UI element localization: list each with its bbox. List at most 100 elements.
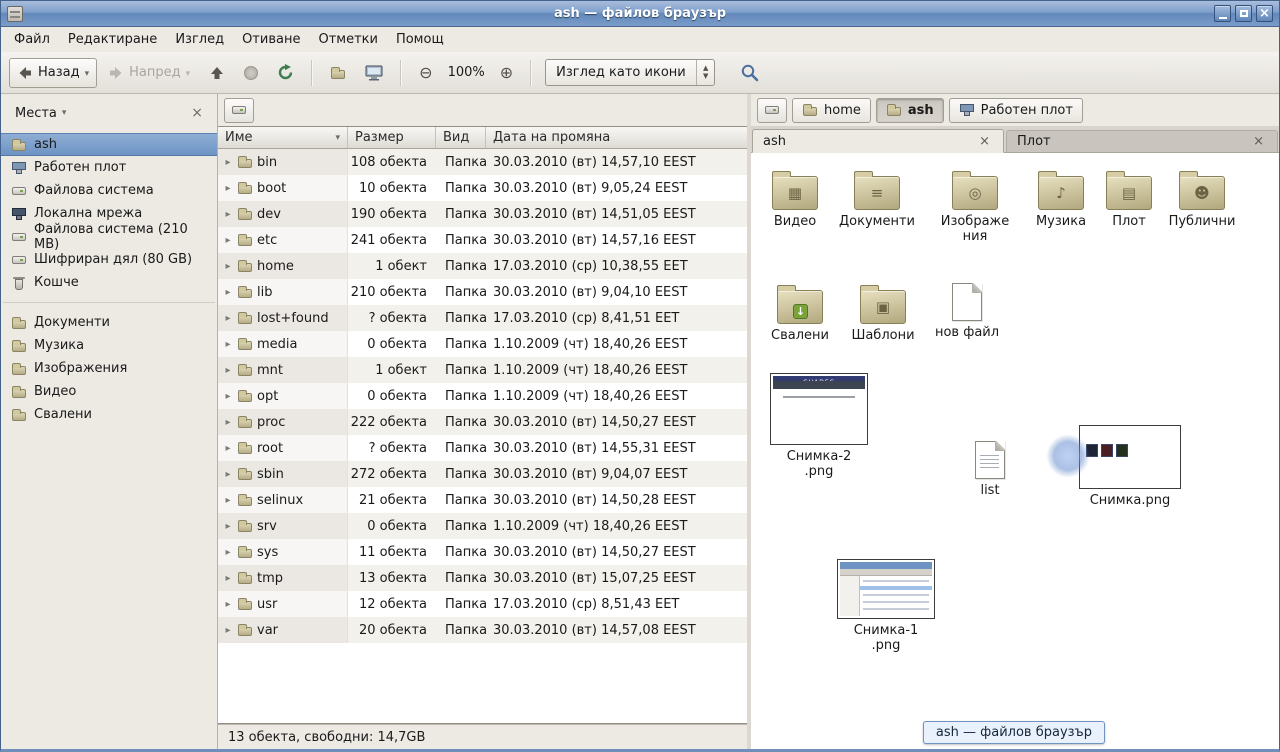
- table-row[interactable]: ▸ dev 190 обекта Папка 30.03.2010 (вт) 1…: [218, 201, 747, 227]
- sidebar-item[interactable]: ash: [1, 133, 217, 156]
- table-row[interactable]: ▸ var 20 обекта Папка 30.03.2010 (вт) 14…: [218, 617, 747, 643]
- stop-button[interactable]: [236, 58, 266, 88]
- icon-view[interactable]: Видео Документи Изображения Музика Плот: [751, 153, 1279, 749]
- zoom-in-button[interactable]: ⊕: [492, 58, 521, 88]
- expander-icon[interactable]: ▸: [223, 209, 233, 220]
- menu-bookmarks[interactable]: Отметки: [309, 27, 386, 52]
- close-button[interactable]: ×: [1256, 5, 1273, 22]
- table-row[interactable]: ▸ tmp 13 обекта Папка 30.03.2010 (вт) 15…: [218, 565, 747, 591]
- expander-icon[interactable]: ▸: [223, 287, 233, 298]
- table-row[interactable]: ▸ media 0 обекта Папка 1.10.2009 (чт) 18…: [218, 331, 747, 357]
- expander-icon[interactable]: ▸: [223, 521, 233, 532]
- sidebar-item[interactable]: Кошче: [1, 271, 217, 294]
- column-header-size[interactable]: Размер: [348, 127, 436, 149]
- folder-item-documents[interactable]: Документи: [835, 169, 919, 230]
- sidebar-item[interactable]: Документи: [1, 311, 217, 334]
- root-location-button[interactable]: [224, 98, 254, 123]
- table-row[interactable]: ▸ home 1 обект Папка 17.03.2010 (ср) 10,…: [218, 253, 747, 279]
- expander-icon[interactable]: ▸: [223, 443, 233, 454]
- folder-item-downloads[interactable]: Свалени: [758, 283, 842, 344]
- expander-icon[interactable]: ▸: [223, 599, 233, 610]
- menu-edit[interactable]: Редактиране: [59, 27, 166, 52]
- home-button[interactable]: [322, 58, 354, 88]
- back-dropdown-icon[interactable]: [85, 65, 90, 80]
- back-button[interactable]: Назад: [9, 58, 97, 88]
- folder-item-pictures[interactable]: Изображения: [933, 169, 1017, 245]
- tab-desktop[interactable]: Плот ×: [1006, 130, 1278, 152]
- expander-icon[interactable]: ▸: [223, 573, 233, 584]
- path-button-home[interactable]: home: [792, 98, 871, 123]
- path-button-ash[interactable]: ash: [876, 98, 944, 123]
- table-row[interactable]: ▸ lib 210 обекта Папка 30.03.2010 (вт) 9…: [218, 279, 747, 305]
- zoom-out-button[interactable]: ⊖: [411, 58, 440, 88]
- expander-icon[interactable]: ▸: [223, 547, 233, 558]
- image-item-snimka-2[interactable]: GUADEC Снимка-2.png: [767, 373, 871, 480]
- table-row[interactable]: ▸ etc 241 обекта Папка 30.03.2010 (вт) 1…: [218, 227, 747, 253]
- sidebar-pane-select[interactable]: Места: [9, 104, 72, 123]
- root-location-button[interactable]: [757, 98, 787, 123]
- expander-icon[interactable]: ▸: [223, 495, 233, 506]
- column-header-date[interactable]: Дата на промяна: [486, 127, 747, 149]
- table-row[interactable]: ▸ sys 11 обекта Папка 30.03.2010 (вт) 14…: [218, 539, 747, 565]
- expander-icon[interactable]: ▸: [223, 365, 233, 376]
- table-row[interactable]: ▸ lost+found ? обекта Папка 17.03.2010 (…: [218, 305, 747, 331]
- folder-item-templates[interactable]: Шаблони: [841, 283, 925, 344]
- table-row[interactable]: ▸ srv 0 обекта Папка 1.10.2009 (чт) 18,4…: [218, 513, 747, 539]
- expander-icon[interactable]: ▸: [223, 339, 233, 350]
- table-row[interactable]: ▸ selinux 21 обекта Папка 30.03.2010 (вт…: [218, 487, 747, 513]
- spinner-arrows-icon[interactable]: ▲▼: [696, 60, 714, 85]
- image-item-snimka[interactable]: GNOME Store Снимка.png: [1076, 425, 1184, 509]
- table-row[interactable]: ▸ sbin 272 обекта Папка 30.03.2010 (вт) …: [218, 461, 747, 487]
- sidebar-item[interactable]: Свалени: [1, 403, 217, 426]
- expander-icon[interactable]: ▸: [223, 157, 233, 168]
- tab-close-icon[interactable]: ×: [1250, 135, 1267, 148]
- sidebar-close-button[interactable]: ×: [187, 105, 207, 121]
- sidebar-item[interactable]: Изображения: [1, 357, 217, 380]
- menu-go[interactable]: Отиване: [233, 27, 309, 52]
- tab-close-icon[interactable]: ×: [976, 135, 993, 148]
- expander-icon[interactable]: ▸: [223, 391, 233, 402]
- sidebar-item[interactable]: Работен плот: [1, 156, 217, 179]
- table-row[interactable]: ▸ opt 0 обекта Папка 1.10.2009 (чт) 18,4…: [218, 383, 747, 409]
- sidebar-item[interactable]: Музика: [1, 334, 217, 357]
- minimize-button[interactable]: [1214, 5, 1231, 22]
- table-row[interactable]: ▸ usr 12 обекта Папка 17.03.2010 (ср) 8,…: [218, 591, 747, 617]
- computer-button[interactable]: [357, 58, 391, 88]
- expander-icon[interactable]: ▸: [223, 235, 233, 246]
- expander-icon[interactable]: ▸: [223, 313, 233, 324]
- expander-icon[interactable]: ▸: [223, 183, 233, 194]
- table-row[interactable]: ▸ boot 10 обекта Папка 30.03.2010 (вт) 9…: [218, 175, 747, 201]
- expander-icon[interactable]: ▸: [223, 469, 233, 480]
- expander-icon[interactable]: ▸: [223, 417, 233, 428]
- view-mode-select[interactable]: Изглед като икони ▲▼: [545, 59, 715, 86]
- folder-item-public[interactable]: Публични: [1160, 169, 1244, 230]
- table-row[interactable]: ▸ mnt 1 обект Папка 1.10.2009 (чт) 18,40…: [218, 357, 747, 383]
- menu-view[interactable]: Изглед: [166, 27, 233, 52]
- expander-icon[interactable]: ▸: [223, 625, 233, 636]
- up-button[interactable]: [201, 58, 233, 88]
- path-button-desktop[interactable]: Работен плот: [949, 98, 1083, 123]
- sidebar-item[interactable]: Файлова система: [1, 179, 217, 202]
- table-row[interactable]: ▸ proc 222 обекта Папка 30.03.2010 (вт) …: [218, 409, 747, 435]
- file-item-new-file[interactable]: нов файл: [925, 283, 1009, 341]
- file-item-list[interactable]: list: [948, 441, 1032, 499]
- table-row[interactable]: ▸ bin 108 обекта Папка 30.03.2010 (вт) 1…: [218, 149, 747, 175]
- menu-help[interactable]: Помощ: [387, 27, 453, 52]
- expander-icon[interactable]: ▸: [223, 261, 233, 272]
- maximize-button[interactable]: [1235, 5, 1252, 22]
- folder-item-desktop[interactable]: Плот: [1087, 169, 1171, 230]
- column-header-name[interactable]: Име▾: [218, 127, 348, 149]
- table-row[interactable]: ▸ root ? обекта Папка 30.03.2010 (вт) 14…: [218, 435, 747, 461]
- tab-ash[interactable]: ash ×: [752, 129, 1004, 153]
- column-header-type[interactable]: Вид: [436, 127, 486, 149]
- search-button[interactable]: [732, 58, 767, 88]
- forward-button[interactable]: Напред: [100, 58, 198, 88]
- menu-file[interactable]: Файл: [5, 27, 59, 52]
- reload-button[interactable]: [269, 58, 302, 88]
- sidebar-item[interactable]: Шифриран дял (80 GB): [1, 248, 217, 271]
- sidebar-item[interactable]: Видео: [1, 380, 217, 403]
- titlebar[interactable]: ash — файлов браузър ×: [1, 1, 1279, 27]
- image-item-snimka-1[interactable]: Снимка-1.png: [834, 559, 938, 654]
- folder-item-video[interactable]: Видео: [753, 169, 837, 230]
- sidebar-item[interactable]: Файлова система (210 MB): [1, 225, 217, 248]
